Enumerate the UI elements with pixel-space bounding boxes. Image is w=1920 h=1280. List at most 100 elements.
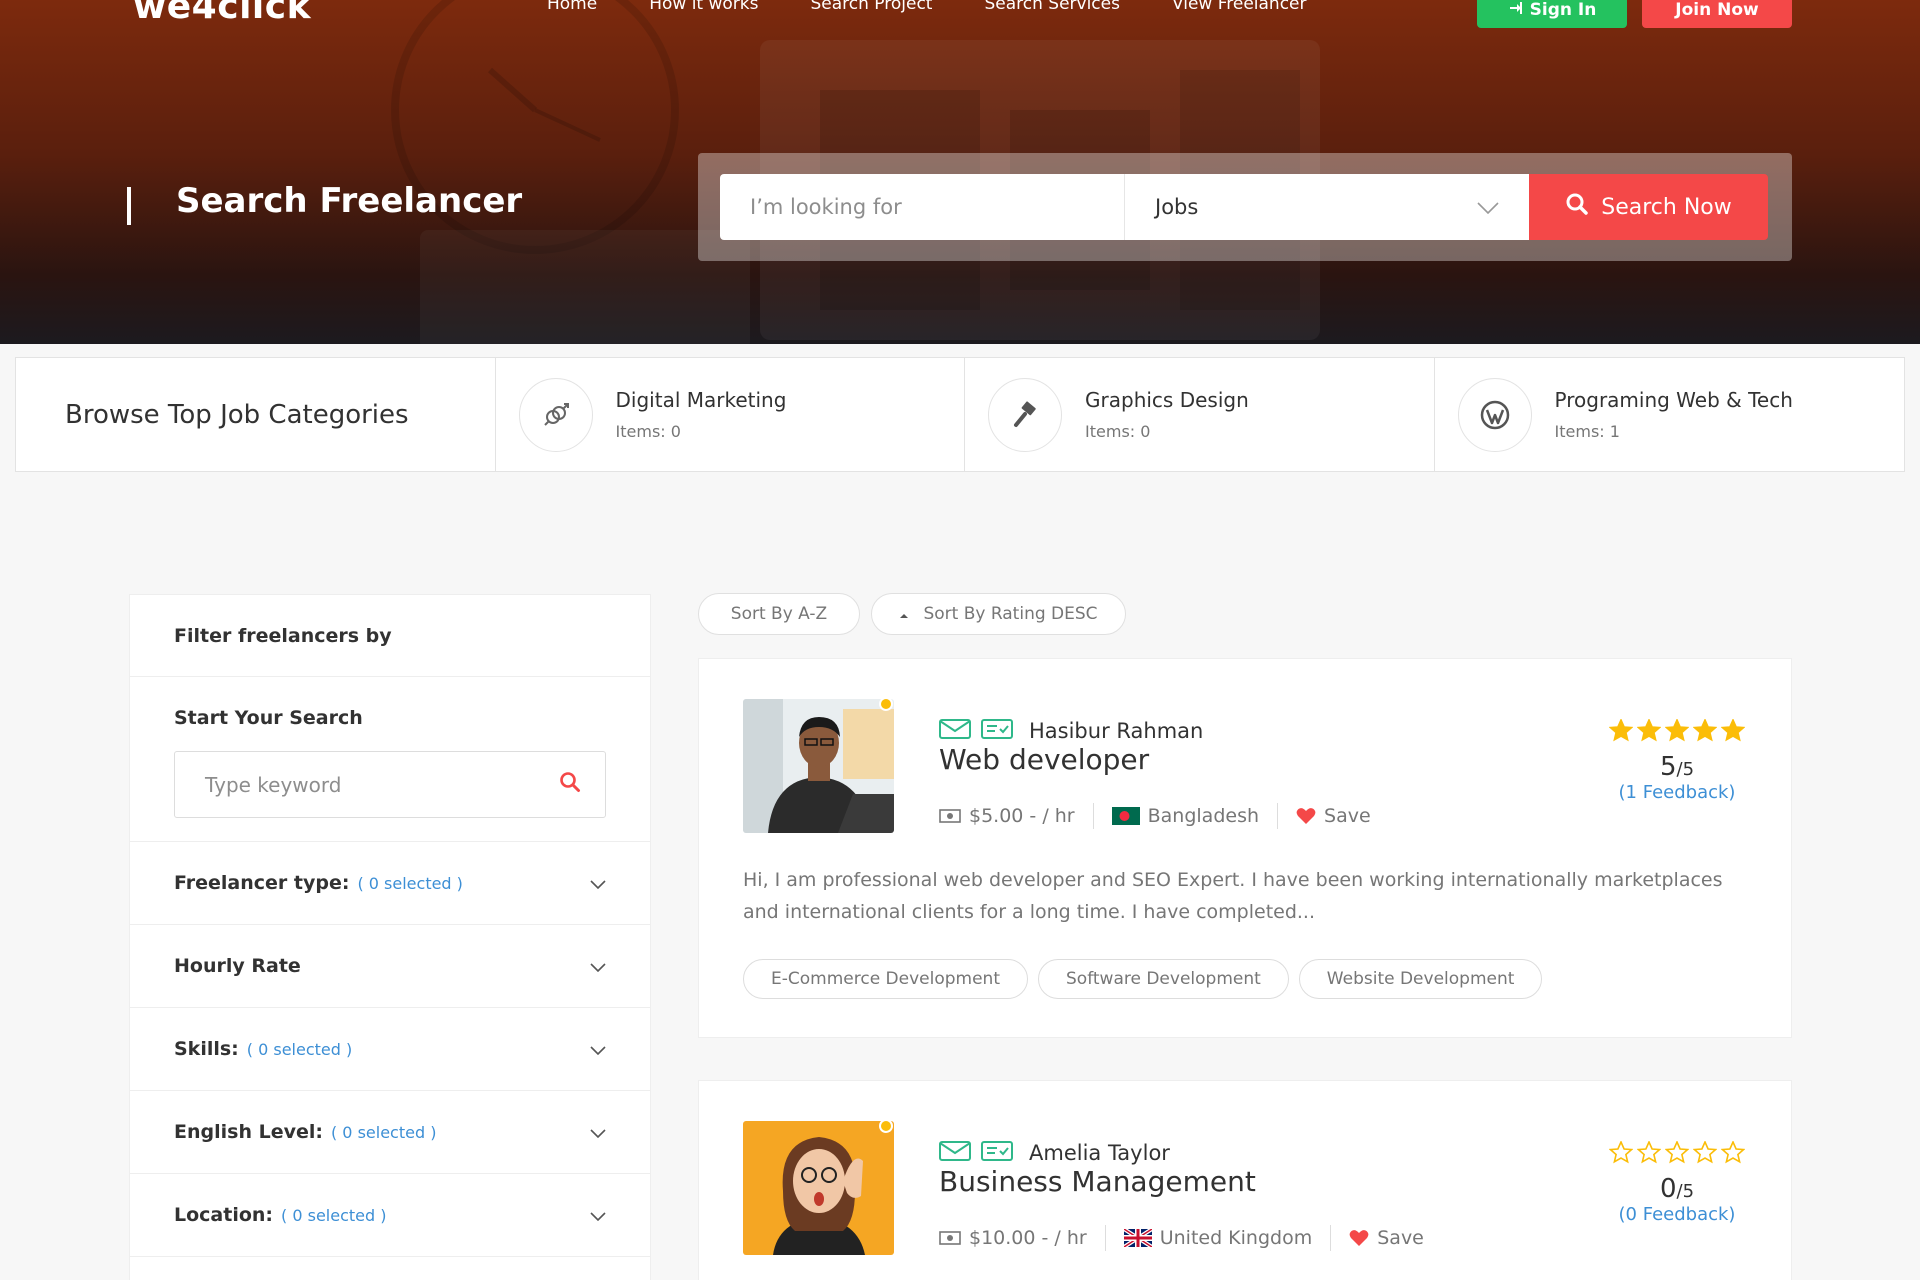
chevron-down-icon [590,1040,606,1059]
sidebar-keyword-input[interactable]: Type keyword [174,751,606,818]
nav-how-it-works[interactable]: How it works [649,0,758,14]
heart-icon [1296,808,1316,824]
chevron-down-icon [590,874,606,893]
search-type-value: Jobs [1155,195,1199,219]
freelancer-card[interactable]: Hasibur Rahman Web developer $5.00 - / h… [698,658,1792,1038]
skill-tag[interactable]: Software Development [1038,959,1289,999]
category-programing-web-tech[interactable]: Programing Web & Tech Items: 1 [1435,358,1905,471]
hero-search-form: I’m looking for Jobs Search Now [698,153,1792,261]
filter-label: English Level: [174,1121,323,1143]
star-empty-icon [1609,1141,1633,1164]
category-strip: Browse Top Job Categories Digital Market… [15,357,1905,472]
email-verified-icon [939,719,971,743]
category-name: Graphics Design [1085,388,1249,412]
filter-skills[interactable]: Skills: ( 0 selected ) [130,1008,650,1091]
keyword-placeholder: Type keyword [205,772,342,797]
sort-az-button[interactable]: Sort By A-Z [698,593,860,635]
filter-sidebar: Filter freelancers by Start Your Search … [129,594,651,1280]
freelancer-card[interactable]: Amelia Taylor Business Management $10.00… [698,1080,1792,1280]
feedback-link[interactable]: (1 Feedback) [1607,782,1747,803]
star-filled-icon [1721,719,1745,742]
online-status-dot [879,1119,893,1133]
main-nav: Home How it works Search Project Search … [547,0,1359,14]
star-filled-icon [1609,719,1633,742]
hero-title-accent [127,187,131,225]
filter-hourly-rate[interactable]: Hourly Rate [130,925,650,1008]
filter-label: Freelancer type: [174,872,350,894]
rating-score-max: /5 [1676,759,1695,780]
freelancer-title[interactable]: Web developer [939,743,1149,776]
chevron-down-icon [590,957,606,976]
sign-in-icon [1508,0,1524,21]
search-icon [1565,192,1589,222]
save-freelancer-button[interactable]: Save [1296,805,1371,827]
search-icon[interactable] [559,771,581,798]
wordpress-icon [1457,377,1532,452]
country-name: Bangladesh [1147,805,1260,827]
online-status-dot [879,697,893,711]
avatar[interactable] [743,699,894,833]
star-filled-icon [1693,719,1717,742]
category-count: Items: 0 [1085,422,1151,441]
heart-icon [1349,1230,1369,1246]
rating-score-value: 5 [1659,752,1677,782]
join-now-button[interactable]: Join Now [1642,0,1792,28]
avatar[interactable] [743,1121,894,1255]
nav-search-services[interactable]: Search Services [984,0,1120,14]
freelancer-name[interactable]: Hasibur Rahman [1029,719,1203,743]
flag-uk-icon [1123,1229,1152,1247]
category-count: Items: 0 [615,422,681,441]
freelancer-meta: $5.00 - / hr Bangladesh Save [939,803,1371,829]
rating-score: 5/5 [1607,752,1747,782]
search-type-select[interactable]: Jobs [1125,174,1529,240]
filter-english-level[interactable]: English Level: ( 0 selected ) [130,1091,650,1174]
star-empty-icon [1637,1141,1661,1164]
search-now-button[interactable]: Search Now [1529,174,1768,240]
category-digital-marketing[interactable]: Digital Marketing Items: 0 [496,358,966,471]
search-section-title: Start Your Search [174,707,363,729]
money-icon [939,809,961,823]
nav-view-freelancer[interactable]: View Freelancer [1172,0,1307,14]
feedback-link[interactable]: (0 Feedback) [1607,1204,1747,1225]
chevron-down-icon [590,1206,606,1225]
divider [1277,803,1279,829]
freelancer-title[interactable]: Business Management [939,1165,1256,1198]
filter-label: Hourly Rate [174,955,301,977]
star-rating [1607,1141,1747,1164]
nav-home[interactable]: Home [547,0,597,14]
filter-freelancer-type[interactable]: Freelancer type: ( 0 selected ) [130,842,650,925]
sign-in-button[interactable]: Sign In [1477,0,1627,28]
save-label: Save [1324,805,1371,827]
keyword-search-section: Start Your Search Type keyword [130,677,650,842]
rating-score: 0/5 [1607,1174,1747,1204]
money-icon [939,1231,961,1245]
save-freelancer-button[interactable]: Save [1349,1227,1424,1249]
freelancer-name[interactable]: Amelia Taylor [1029,1141,1170,1165]
chevron-down-icon [1477,195,1499,219]
page-title: Search Freelancer [176,181,523,221]
sort-rating-button[interactable]: Sort By Rating DESC [871,593,1126,635]
star-rating [1607,719,1747,742]
hero-banner: we4click Home How it works Search Projec… [0,0,1920,344]
sort-rating-label: Sort By Rating DESC [923,604,1098,624]
star-filled-icon [1637,719,1661,742]
site-logo[interactable]: we4click [133,0,311,27]
hourly-rate-value: $10.00 - / hr [969,1227,1087,1249]
gender-icon [518,377,593,452]
category-name: Digital Marketing [615,388,787,412]
category-graphics-design[interactable]: Graphics Design Items: 0 [965,358,1435,471]
rating-score-value: 0 [1659,1174,1677,1204]
skill-tag[interactable]: E-Commerce Development [743,959,1028,999]
country-name: United Kingdom [1159,1227,1313,1249]
hourly-rate-value: $5.00 - / hr [969,805,1075,827]
skill-tag[interactable]: Website Development [1298,959,1543,999]
chevron-down-icon [590,1123,606,1142]
filter-location[interactable]: Location: ( 0 selected ) [130,1174,650,1257]
keyword-search-input[interactable]: I’m looking for [720,174,1125,240]
flag-bangladesh-icon [1111,807,1140,825]
search-now-label: Search Now [1601,194,1732,220]
filter-label: Location: [174,1204,274,1226]
nav-search-project[interactable]: Search Project [810,0,932,14]
rating-block: 0/5 (0 Feedback) [1607,1141,1747,1225]
freelancer-header: Hasibur Rahman [939,719,1203,743]
